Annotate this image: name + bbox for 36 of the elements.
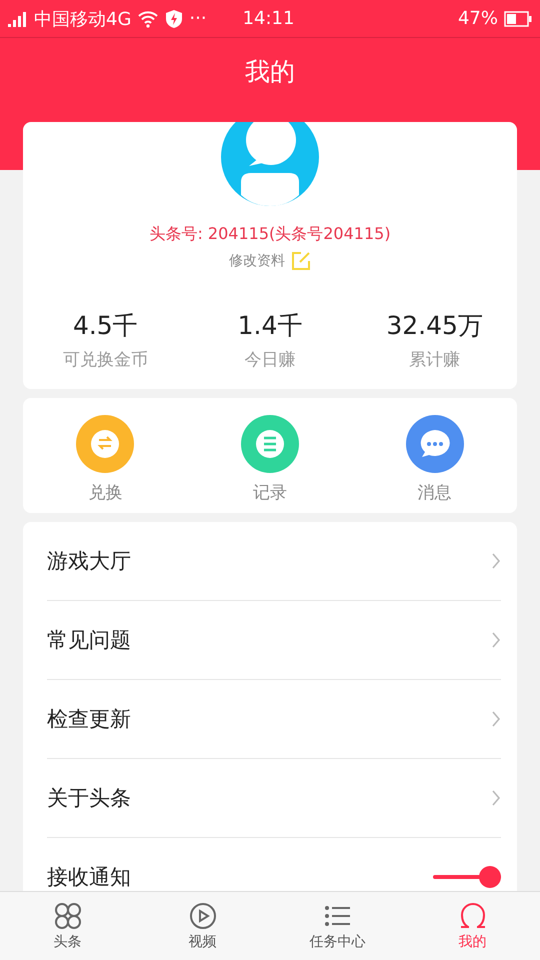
- menu-item[interactable]: 接收通知: [47, 863, 131, 891]
- nav-tab[interactable]: 任务中心: [270, 892, 405, 960]
- nav-tab[interactable]: 视频: [135, 892, 270, 960]
- edit-profile-link[interactable]: 修改资料: [229, 252, 285, 270]
- carrier-text: 中国移动4G: [34, 8, 132, 30]
- person-icon: [458, 902, 486, 930]
- battery-icon: [504, 10, 532, 26]
- stat-value: 32.45万: [386, 310, 483, 342]
- signal-icon: [8, 10, 28, 26]
- stat-label: 可兑换金币: [62, 349, 148, 371]
- notification-switch[interactable]: [433, 866, 501, 888]
- clock-text: 14:11: [242, 8, 296, 29]
- play-icon: [188, 902, 216, 930]
- chevron-icon: [491, 631, 501, 649]
- chevron-icon: [491, 710, 501, 728]
- page-title: 我的: [245, 56, 295, 88]
- menu-item[interactable]: 游戏大厅: [47, 547, 131, 575]
- action-button[interactable]: 兑换: [23, 414, 188, 505]
- menu-item[interactable]: 常见问题: [47, 626, 131, 654]
- wifi-icon: [137, 10, 160, 28]
- menu-item[interactable]: 关于头条: [47, 784, 131, 812]
- clover-icon: [54, 902, 82, 930]
- chevron-icon: [491, 789, 501, 807]
- stat-value: 4.5千: [72, 310, 138, 342]
- stat-value: 1.4千: [238, 310, 302, 342]
- battery-text: 47%: [458, 8, 498, 29]
- shield-icon: [165, 8, 184, 28]
- action-button[interactable]: 记录: [188, 414, 352, 505]
- menu-item[interactable]: 检查更新: [47, 705, 131, 733]
- chevron-icon: [491, 552, 501, 570]
- stat-label: 今日赚: [244, 349, 296, 371]
- nav-tab[interactable]: 头条: [0, 892, 135, 960]
- more-text: ···: [189, 8, 207, 29]
- stat-label: 累计赚: [409, 349, 460, 371]
- action-button[interactable]: 消息: [352, 414, 517, 505]
- account-name: 头条号: 204115(头条号204115): [149, 224, 391, 245]
